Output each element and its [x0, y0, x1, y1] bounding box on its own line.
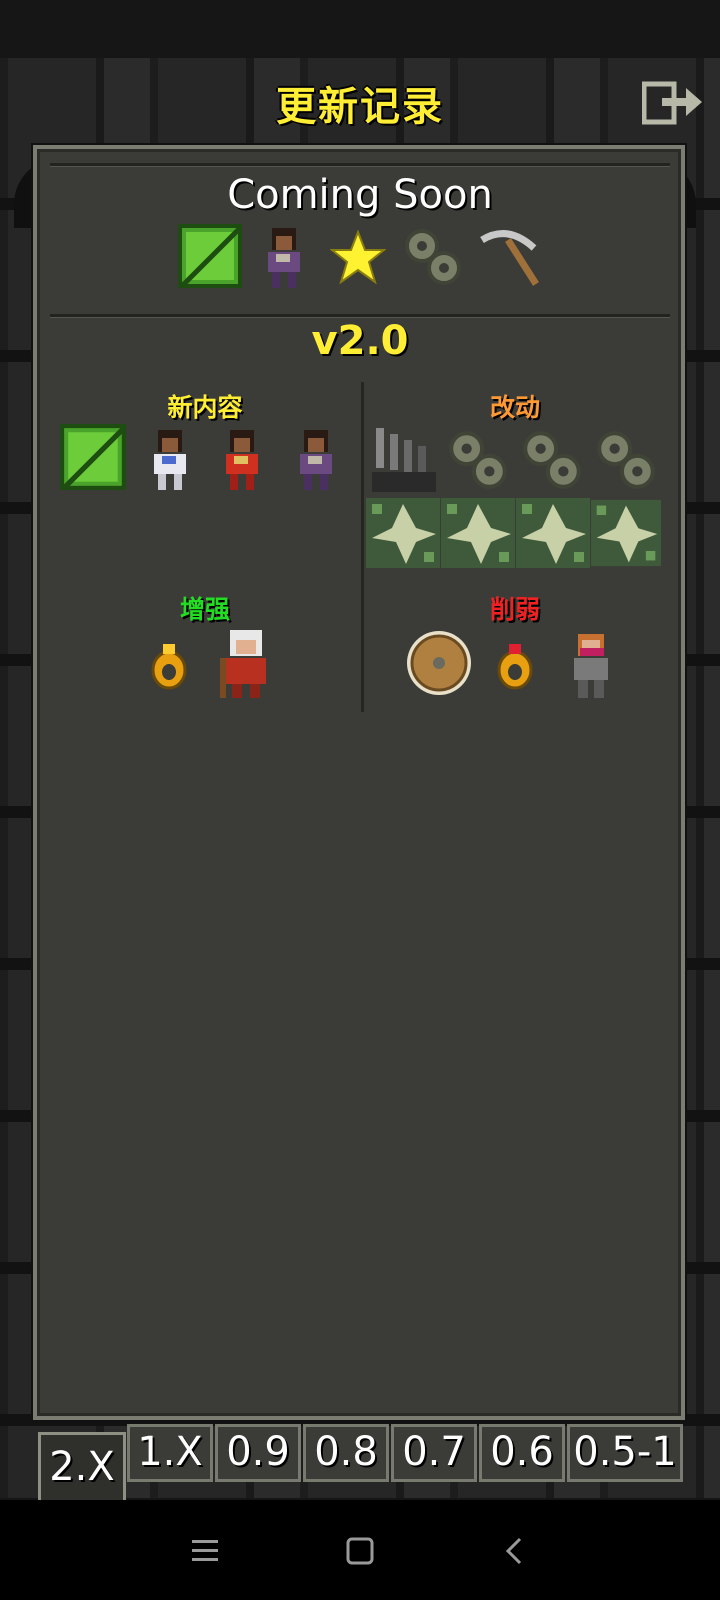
- version-tabs: 2.X 1.X 0.9 0.8 0.7 0.6 0.5-1: [0, 1424, 720, 1504]
- tab-0-6[interactable]: 0.6: [479, 1424, 565, 1482]
- old-mage-icon[interactable]: [218, 628, 274, 700]
- huntress-white-icon[interactable]: [144, 428, 194, 492]
- gears-icon[interactable]: [446, 428, 510, 492]
- vine-creature-icon[interactable]: [441, 498, 515, 568]
- home-icon[interactable]: [345, 1536, 375, 1566]
- menu-icon[interactable]: [190, 1536, 220, 1566]
- tab-2x[interactable]: 2.X: [38, 1432, 126, 1504]
- tab-0-7[interactable]: 0.7: [391, 1424, 477, 1482]
- star-icon[interactable]: [330, 230, 386, 286]
- round-shield-icon[interactable]: [404, 628, 474, 698]
- vine-creature-icon[interactable]: [516, 498, 590, 568]
- changes-label: 改动: [489, 393, 540, 422]
- new-content-label: 新内容: [167, 393, 243, 422]
- tab-1x[interactable]: 1.X: [127, 1424, 213, 1482]
- tab-0-8[interactable]: 0.8: [303, 1424, 389, 1482]
- nerfs-label: 削弱: [489, 595, 540, 624]
- exit-icon[interactable]: [642, 78, 704, 128]
- gears-icon[interactable]: [402, 226, 464, 288]
- huntress-purple-icon[interactable]: [290, 428, 340, 492]
- coming-soon-heading: Coming Soon: [227, 172, 493, 218]
- dark-pillars-icon[interactable]: [372, 424, 436, 494]
- column-divider: [361, 382, 364, 712]
- tab-0-9[interactable]: 0.9: [215, 1424, 301, 1482]
- green-leaf-icon[interactable]: [60, 424, 128, 492]
- version-label: v2.0: [311, 318, 409, 364]
- page-title: 更新记录: [276, 84, 444, 130]
- green-leaf-icon[interactable]: [178, 224, 244, 290]
- vine-creature-icon[interactable]: [591, 498, 661, 568]
- pickaxe-icon[interactable]: [478, 226, 542, 290]
- masked-rogue-icon[interactable]: [566, 632, 616, 700]
- amber-ring-icon[interactable]: [150, 642, 188, 690]
- gears-icon[interactable]: [594, 428, 658, 492]
- huntress-hero-icon[interactable]: [258, 226, 308, 290]
- back-icon[interactable]: [500, 1536, 530, 1566]
- gears-icon[interactable]: [520, 428, 584, 492]
- vine-creature-icon[interactable]: [366, 498, 440, 568]
- huntress-red-icon[interactable]: [216, 428, 266, 492]
- divider-line: [50, 163, 670, 167]
- ruby-ring-icon[interactable]: [496, 642, 534, 690]
- tab-0-5-1[interactable]: 0.5-1: [567, 1424, 683, 1482]
- buffs-label: 增强: [179, 595, 230, 624]
